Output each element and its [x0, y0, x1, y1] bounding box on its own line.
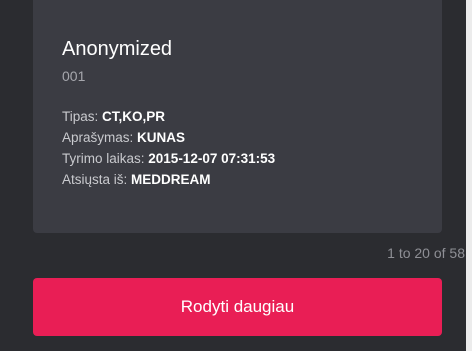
detail-value-sent-from: MEDDREAM [131, 172, 211, 187]
detail-row-type: Tipas: CT,KO,PR [62, 106, 275, 127]
detail-label-description: Aprašymas: [62, 130, 138, 145]
detail-value-type: CT,KO,PR [102, 109, 166, 124]
study-id: 001 [62, 68, 86, 84]
detail-label-sent-from: Atsiųsta iš: [62, 172, 132, 187]
study-card[interactable]: Anonymized 001 Tipas: CT,KO,PR Aprašymas… [33, 0, 442, 233]
study-title: Anonymized [62, 38, 173, 60]
detail-row-study-time: Tyrimo laikas: 2015-12-07 07:31:53 [62, 148, 275, 169]
detail-value-study-time: 2015-12-07 07:31:53 [148, 151, 276, 166]
detail-row-sent-from: Atsiųsta iš: MEDDREAM [62, 169, 275, 190]
detail-value-description: KUNAS [137, 130, 186, 145]
detail-label-study-time: Tyrimo laikas: [62, 151, 149, 166]
pagination-info: 1 to 20 of 58 [387, 245, 465, 261]
detail-label-type: Tipas: [62, 109, 103, 124]
study-details: Tipas: CT,KO,PR Aprašymas: KUNAS Tyrimo … [62, 106, 275, 190]
right-edge-strip [466, 0, 472, 351]
show-more-button[interactable]: Rodyti daugiau [33, 278, 442, 336]
detail-row-description: Aprašymas: KUNAS [62, 127, 275, 148]
